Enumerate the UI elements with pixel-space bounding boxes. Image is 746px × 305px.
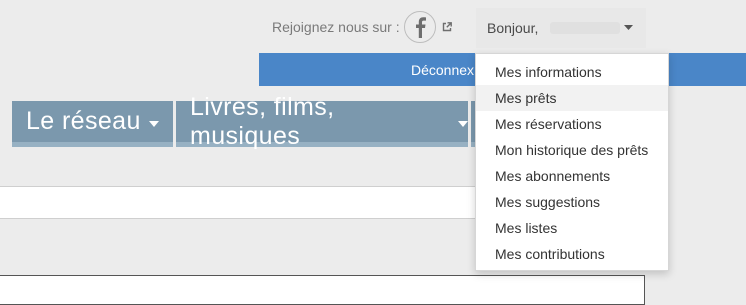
- nav-item-label: Le réseau: [26, 107, 141, 135]
- menu-item-mes-listes[interactable]: Mes listes: [476, 215, 668, 241]
- menu-item-mes-informations[interactable]: Mes informations: [476, 59, 668, 85]
- nav-item-label: Livres, films, musiques: [190, 92, 335, 150]
- logout-label: Déconnex: [411, 61, 475, 78]
- menu-item-mes-contributions[interactable]: Mes contributions: [476, 241, 668, 267]
- user-menu-toggle[interactable]: Bonjour,: [476, 8, 646, 48]
- caret-down-icon: [624, 25, 633, 30]
- content-panel: [0, 275, 645, 305]
- nav-item-le-reseau[interactable]: Le réseau: [12, 101, 173, 147]
- user-dropdown-menu: Mes informations Mes prêts Mes réservati…: [475, 53, 669, 271]
- facebook-icon[interactable]: [403, 11, 436, 43]
- menu-item-mes-reservations[interactable]: Mes réservations: [476, 111, 668, 137]
- menu-item-mes-abonnements[interactable]: Mes abonnements: [476, 163, 668, 189]
- menu-item-mes-prets[interactable]: Mes prêts: [476, 85, 668, 111]
- social-label: Rejoignez nous sur :: [272, 19, 400, 35]
- menu-item-mes-suggestions[interactable]: Mes suggestions: [476, 189, 668, 215]
- nav-item-livres-films-musiques[interactable]: Livres, films, musiques: [176, 93, 468, 150]
- greeting-text: Bonjour,: [487, 20, 539, 36]
- caret-down-icon: [458, 120, 468, 127]
- external-link-icon[interactable]: [442, 22, 452, 32]
- search-input[interactable]: [0, 186, 498, 219]
- user-name: [550, 22, 621, 34]
- menu-item-historique-des-prets[interactable]: Mon historique des prêts: [476, 137, 668, 163]
- social-bar: Rejoignez nous sur :: [272, 10, 452, 44]
- caret-down-icon: [148, 120, 159, 127]
